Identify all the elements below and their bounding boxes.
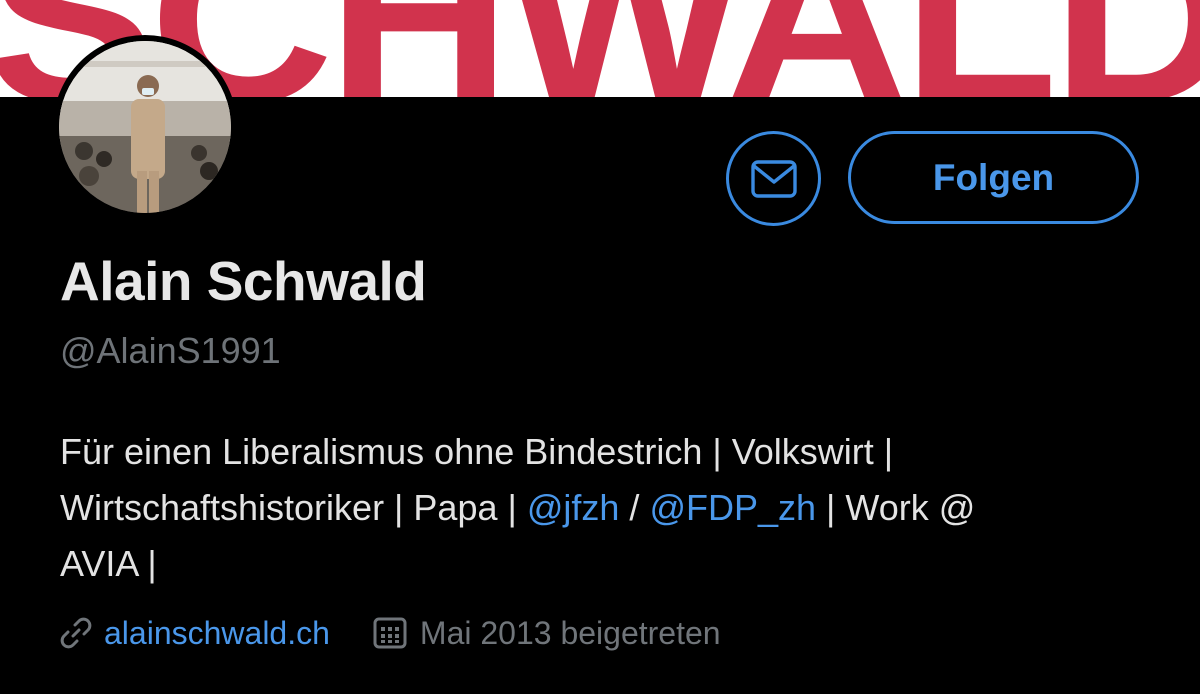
follow-button[interactable]: Folgen	[848, 131, 1139, 224]
profile-page: SCHWALD	[0, 0, 1200, 694]
joined-date: Mai 2013 beigetreten	[419, 614, 721, 651]
envelope-icon	[750, 159, 798, 199]
profile-bio: Für einen Liberalismus ohne Bindestrich …	[60, 424, 1160, 592]
link-icon	[58, 615, 94, 651]
bio-line-2-suffix: | Work @	[816, 487, 976, 528]
website-link[interactable]: alainschwald.ch	[104, 615, 330, 652]
mention-link-jfzh[interactable]: @jfzh	[527, 487, 620, 528]
profile-meta: alainschwald.ch Mai 2013 beigetreten	[58, 610, 721, 656]
message-button[interactable]	[726, 131, 821, 226]
bio-line-2: Wirtschaftshistoriker | Papa | @jfzh / @…	[60, 480, 1160, 536]
avatar-photo	[59, 41, 231, 213]
bio-separator: /	[619, 487, 650, 528]
mention-link-fdp-zh[interactable]: @FDP_zh	[649, 487, 816, 528]
bio-line-2-prefix: Wirtschaftshistoriker | Papa |	[60, 487, 527, 528]
bio-line-3: AVIA |	[60, 543, 157, 584]
display-name: Alain Schwald	[60, 250, 427, 312]
username-handle: @AlainS1991	[60, 330, 281, 371]
bio-line-1: Für einen Liberalismus ohne Bindestrich …	[60, 431, 894, 472]
avatar[interactable]	[53, 35, 237, 219]
calendar-icon	[372, 615, 408, 651]
